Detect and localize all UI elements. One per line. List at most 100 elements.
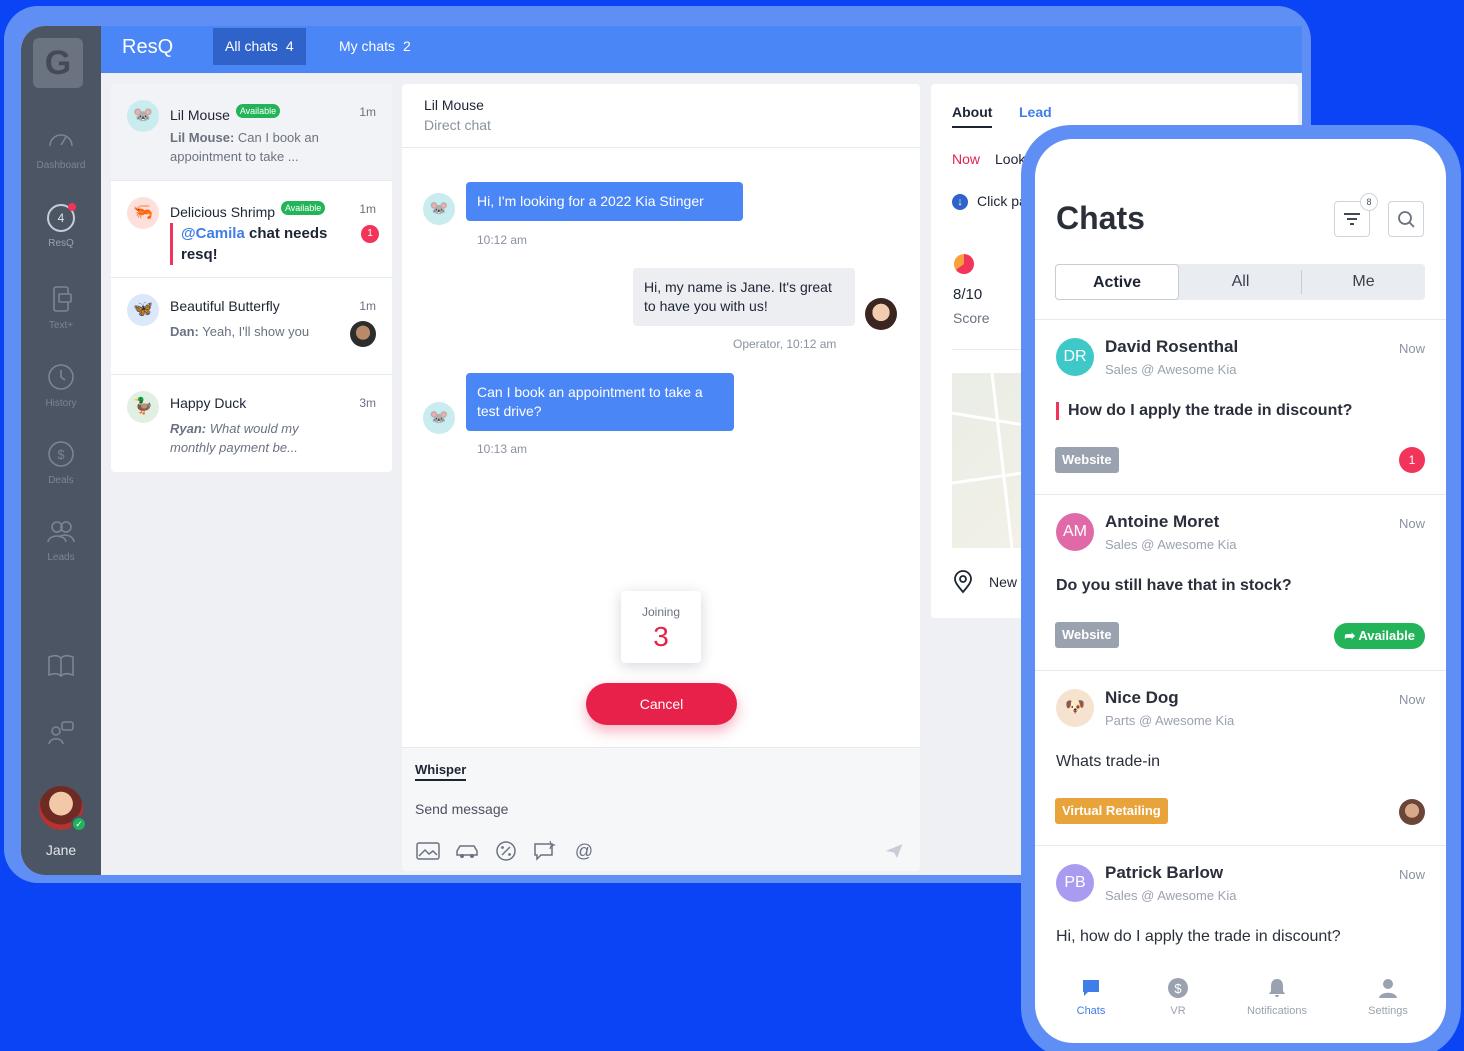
- operator-avatar: [865, 298, 897, 330]
- contact-name: David Rosenthal: [1105, 337, 1239, 356]
- chat-list-item[interactable]: 🦆 Happy Duck 3m Ryan: What would my mont…: [111, 375, 392, 472]
- car-icon[interactable]: [454, 840, 480, 862]
- segment-active[interactable]: Active: [1055, 264, 1179, 300]
- chat-card[interactable]: PB Patrick Barlow Sales @ Awesome Kia No…: [1035, 845, 1446, 977]
- avatar: PB: [1056, 864, 1094, 902]
- rail-item-label: History: [45, 398, 77, 409]
- filter-count: 8: [1360, 193, 1378, 211]
- message-composer: Whisper Send message @: [402, 747, 920, 871]
- send-icon[interactable]: [884, 842, 904, 860]
- mention-preview: @Camila chat needs resq!: [170, 223, 335, 265]
- rail-item-label: Text+: [48, 320, 74, 331]
- book-icon: [46, 650, 76, 680]
- contact-name: Nice Dog: [1105, 688, 1179, 707]
- chat-list-item[interactable]: 🦐 Delicious Shrimp Available 1m @Camila …: [111, 181, 392, 278]
- cancel-button[interactable]: Cancel: [586, 683, 737, 725]
- contact-name: Antoine Moret: [1105, 512, 1220, 531]
- available-button[interactable]: ➦ Available: [1334, 623, 1425, 649]
- card-message: Do you still have that in stock?: [1056, 577, 1292, 594]
- preview-text: Yeah, I'll show you: [202, 324, 310, 339]
- nav-vr[interactable]: $ VR: [1128, 977, 1228, 1017]
- chat-list-item[interactable]: 🐭 Lil Mouse Available 1m Lil Mouse: Can …: [111, 84, 392, 181]
- svg-text:@: @: [575, 841, 593, 861]
- rail-item-dashboard[interactable]: Dashboard: [21, 124, 101, 171]
- mention-text[interactable]: @Camila: [181, 225, 245, 242]
- chat-list-item[interactable]: 🦋 Beautiful Butterfly 1m Dan: Yeah, I'll…: [111, 278, 392, 375]
- rail-item-label: Deals: [48, 475, 74, 486]
- preview-sender: Ryan:: [170, 421, 207, 436]
- online-check-icon: ✓: [71, 816, 87, 832]
- agent-avatar: [350, 321, 376, 347]
- nav-settings[interactable]: Settings: [1338, 977, 1438, 1017]
- nav-label: VR: [1170, 1005, 1186, 1017]
- contact-department: Parts @ Awesome Kia: [1105, 713, 1235, 728]
- mention-icon[interactable]: @: [571, 840, 597, 862]
- chat-bubble-icon: [1083, 980, 1099, 996]
- rail-item-history[interactable]: History: [21, 362, 101, 409]
- resq-count: 4: [57, 211, 65, 225]
- tab-label: All chats: [225, 38, 278, 54]
- preview-sender: Lil Mouse:: [170, 130, 235, 145]
- available-badge: Available: [235, 104, 281, 118]
- rail-item-deals[interactable]: $ Deals: [21, 439, 101, 486]
- card-message: Hi, how do I apply the trade in discount…: [1056, 928, 1341, 945]
- location-pin-icon: [953, 570, 973, 594]
- nav-label: Settings: [1368, 1005, 1408, 1017]
- quick-reply-icon[interactable]: [532, 840, 558, 862]
- card-time: Now: [1398, 692, 1425, 707]
- contact-name: Patrick Barlow: [1105, 863, 1224, 882]
- card-message: How do I apply the trade in discount?: [1056, 402, 1352, 420]
- nav-label: Chats: [1076, 1005, 1106, 1017]
- source-tag: Website: [1055, 447, 1119, 473]
- whisper-tab[interactable]: Whisper: [415, 762, 467, 781]
- tab-lead[interactable]: Lead: [1019, 104, 1052, 120]
- chat-time: 1m: [359, 105, 376, 119]
- tab-my-chats[interactable]: My chats 2: [327, 28, 423, 65]
- segment-me[interactable]: Me: [1302, 264, 1425, 300]
- nav-label: Notifications: [1247, 1005, 1307, 1017]
- dollar-icon: $: [1168, 978, 1188, 998]
- segment-all[interactable]: All: [1179, 264, 1302, 300]
- gauge-icon: [46, 124, 76, 154]
- rail-item-support[interactable]: [21, 718, 101, 754]
- discount-icon[interactable]: [493, 840, 519, 862]
- tab-all-chats[interactable]: All chats 4: [213, 28, 306, 65]
- current-user[interactable]: ✓ Jane: [21, 786, 101, 858]
- forward-icon: ➦: [1344, 628, 1359, 643]
- nav-notifications[interactable]: Notifications: [1227, 977, 1327, 1017]
- nav-chats[interactable]: Chats: [1041, 977, 1141, 1017]
- conversation-panel: Lil Mouse Direct chat 🐭 Hi, I'm looking …: [402, 84, 920, 871]
- customer-avatar: 🐭: [423, 193, 455, 225]
- chat-card[interactable]: DR David Rosenthal Sales @ Awesome Kia N…: [1035, 319, 1446, 494]
- resq-icon: 4: [47, 203, 76, 232]
- click-text[interactable]: Click pa: [977, 193, 1027, 209]
- rail-item-label: Leads: [47, 552, 75, 563]
- dollar-icon: $: [46, 439, 76, 469]
- image-icon[interactable]: [415, 840, 441, 862]
- source-tag: Website: [1055, 622, 1119, 648]
- chat-card[interactable]: 🐶 Nice Dog Parts @ Awesome Kia Now Whats…: [1035, 670, 1446, 845]
- phone-text-icon: [46, 284, 76, 314]
- rail-item-leads[interactable]: Leads: [21, 516, 101, 563]
- message-input[interactable]: Send message: [415, 801, 508, 817]
- filter-button[interactable]: 8: [1334, 193, 1378, 237]
- search-button[interactable]: [1388, 201, 1424, 237]
- support-icon: [46, 718, 76, 748]
- card-time: Now: [1398, 516, 1425, 531]
- chat-preview: Dan: Yeah, I'll show you: [170, 322, 340, 341]
- rail-item-knowledge[interactable]: [21, 650, 101, 686]
- chat-card[interactable]: AM Antoine Moret Sales @ Awesome Kia Now…: [1035, 494, 1446, 670]
- page-title: Chats: [1056, 200, 1145, 236]
- message-bubble-incoming: Hi, I'm looking for a 2022 Kia Stinger: [466, 182, 743, 221]
- rail-item-resq[interactable]: 4 ResQ: [21, 203, 101, 249]
- rail-item-textplus[interactable]: Text+: [21, 284, 101, 331]
- message-time: Operator, 10:12 am: [733, 337, 837, 351]
- chat-name-text: Lil Mouse: [170, 107, 230, 123]
- clock-icon: [46, 362, 76, 392]
- card-message: Whats trade-in: [1056, 753, 1161, 770]
- tab-about[interactable]: About: [952, 104, 993, 128]
- user-avatar: ✓: [39, 786, 87, 832]
- agent-avatar: [1399, 799, 1425, 825]
- phone-screen: Chats 8 Active All Me DR David Rosenthal…: [1035, 139, 1446, 1043]
- chat-preview: Ryan: What would my monthly payment be..…: [170, 419, 340, 457]
